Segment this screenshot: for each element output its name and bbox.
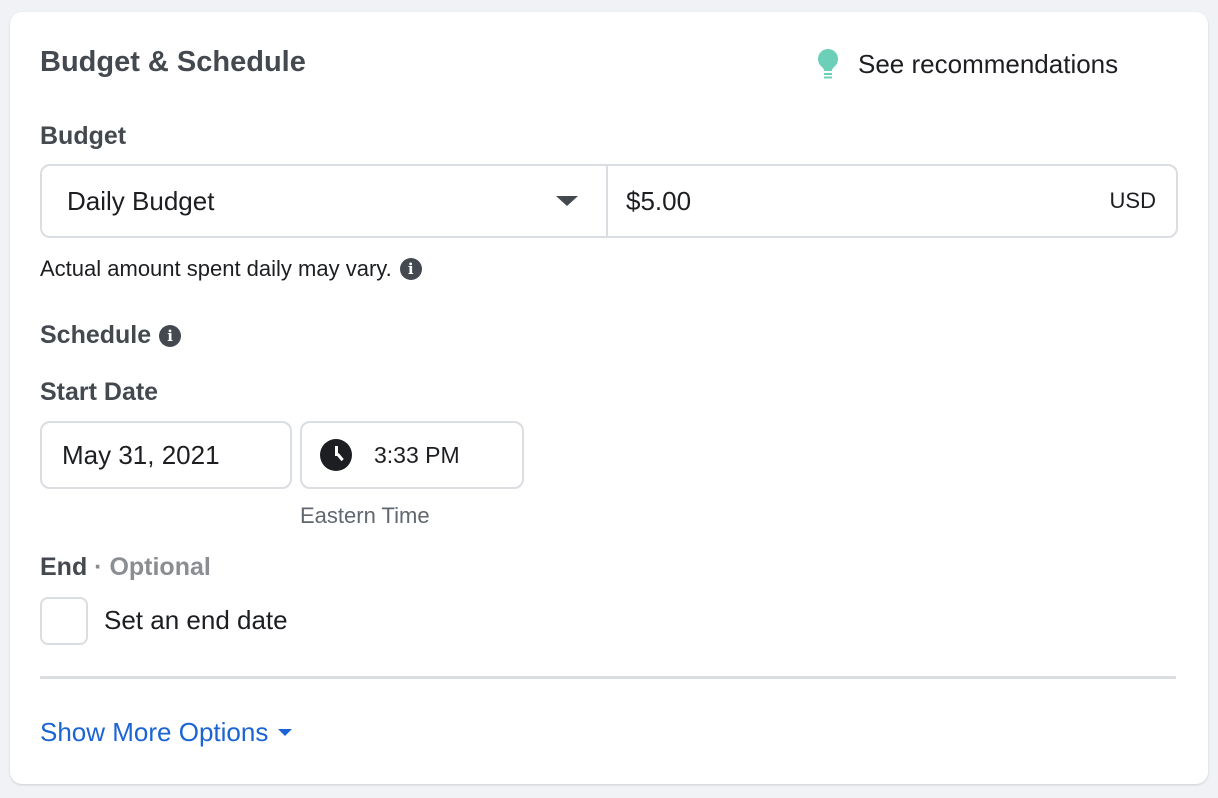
budget-note-text: Actual amount spent daily may vary. — [40, 256, 392, 281]
budget-label: Budget — [40, 122, 127, 150]
caret-down-icon — [278, 729, 293, 736]
section-title: Budget & Schedule — [40, 46, 306, 78]
budget-amount-value: $5.00 — [626, 185, 692, 216]
start-time-input[interactable]: 3:33 PM — [300, 421, 524, 489]
info-icon[interactable]: i — [159, 324, 182, 347]
budget-note: Actual amount spent daily may vary. i — [40, 256, 422, 282]
schedule-heading: Schedule i — [40, 321, 182, 350]
timezone-label: Eastern Time — [300, 503, 430, 528]
currency-label: USD — [1109, 188, 1156, 213]
budget-type-value: Daily Budget — [67, 185, 215, 216]
budget-schedule-card: Budget & Schedule See recommendations Bu… — [10, 12, 1208, 784]
budget-amount-input[interactable]: $5.00 USD — [608, 166, 1176, 236]
divider — [40, 676, 1176, 679]
start-date-value: May 31, 2021 — [62, 439, 220, 470]
clock-icon — [320, 439, 352, 471]
budget-type-dropdown[interactable]: Daily Budget — [42, 166, 608, 236]
budget-field-group: Daily Budget $5.00 USD — [40, 164, 1178, 238]
end-date-checkbox-label[interactable]: Set an end date — [104, 605, 288, 636]
start-date-input[interactable]: May 31, 2021 — [40, 421, 292, 489]
show-more-options-label: Show More Options — [40, 717, 269, 747]
separator: · — [87, 553, 110, 581]
end-date-checkbox[interactable] — [40, 597, 88, 645]
see-recommendations-button[interactable]: See recommendations — [816, 48, 1118, 80]
start-time-value: 3:33 PM — [374, 441, 460, 468]
see-recommendations-label: See recommendations — [858, 48, 1119, 79]
end-label: End — [40, 553, 88, 581]
end-heading: End · Optional — [40, 553, 211, 582]
show-more-options-link[interactable]: Show More Options — [40, 717, 293, 748]
caret-down-icon — [556, 196, 578, 206]
start-date-label: Start Date — [40, 378, 159, 406]
optional-label: Optional — [109, 553, 211, 581]
schedule-label: Schedule — [40, 321, 152, 349]
info-icon[interactable]: i — [399, 258, 422, 280]
lightbulb-icon — [818, 49, 838, 79]
